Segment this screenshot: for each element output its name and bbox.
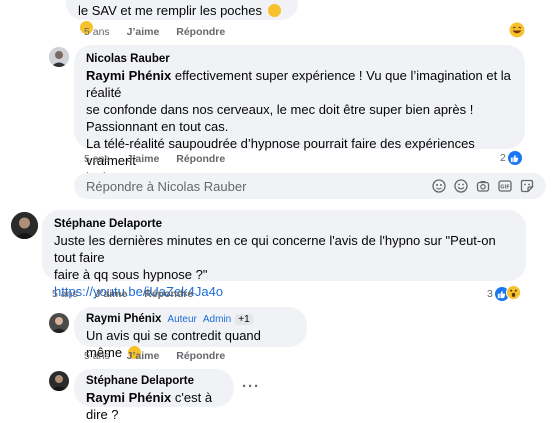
admin-badge: Admin	[202, 314, 232, 325]
comment-author[interactable]: Stéphane Delaporte	[86, 374, 222, 389]
laughing-reaction-icon[interactable]	[509, 22, 525, 38]
reply-input[interactable]: Répondre à Nicolas Rauber GIF	[74, 173, 546, 199]
comment-text: le SAV et me remplir les poches	[78, 3, 262, 18]
comment-line: faire à qq sous hypnose ?"	[54, 267, 208, 282]
reply-button[interactable]: Répondre	[144, 288, 193, 300]
comment-age[interactable]: 5 ans	[84, 153, 110, 165]
smiley-icon[interactable]	[453, 179, 468, 194]
reaction-count[interactable]: 3	[487, 285, 521, 303]
author-badge: Auteur	[167, 314, 197, 325]
comment-author[interactable]: Nicolas Rauber	[86, 52, 513, 67]
squinting-tongue-emoji-icon	[267, 4, 281, 17]
like-button[interactable]: J’aime	[127, 153, 160, 165]
reaction-count[interactable]: 2	[500, 151, 522, 165]
avatar-sticker-icon[interactable]	[431, 179, 446, 194]
sticker-icon[interactable]	[519, 179, 534, 194]
comment-author[interactable]: Raymi Phénix	[86, 313, 161, 325]
comment-age[interactable]: 5 ans	[84, 26, 110, 38]
comment-line: se confonde dans nos cerveaux, le mec do…	[86, 102, 474, 117]
like-button[interactable]: J’aime	[127, 26, 160, 38]
mention-link[interactable]: Raymi Phénix	[86, 68, 171, 83]
comment-actions: 5 ans J’aime Répondre	[52, 288, 207, 300]
comment-line: Raymi Phénix effectivement super expérie…	[86, 68, 511, 100]
comment-bubble: Stéphane Delaporte Raymi Phénix c'est à …	[74, 369, 234, 422]
comment-bubble: le SAV et me remplir les poches	[66, 0, 298, 34]
comment-bubble: Stéphane Delaporte Juste les dernières m…	[42, 210, 526, 299]
reaction-number: 3	[487, 288, 493, 300]
reply-placeholder: Répondre à Nicolas Rauber	[86, 178, 247, 194]
comment-author[interactable]: Stéphane Delaporte	[54, 217, 514, 232]
avatar[interactable]	[49, 371, 69, 391]
avatar[interactable]	[49, 313, 69, 333]
reply-button[interactable]: Répondre	[176, 153, 225, 165]
avatar[interactable]	[49, 47, 69, 67]
gif-icon[interactable]: GIF	[497, 179, 512, 194]
camera-icon[interactable]	[475, 179, 490, 194]
svg-text:GIF: GIF	[500, 185, 509, 191]
comment-line: Passionnant en tout cas.	[86, 119, 229, 134]
avatar[interactable]	[11, 212, 38, 239]
more-options-button[interactable]: ···	[242, 378, 260, 395]
like-reaction-icon	[507, 151, 522, 165]
comment-age[interactable]: 5 ans	[84, 350, 110, 362]
more-badges[interactable]: +1	[235, 314, 253, 325]
like-button[interactable]: J’aime	[127, 350, 160, 362]
reply-button[interactable]: Répondre	[176, 26, 225, 38]
like-button[interactable]: J’aime	[95, 288, 128, 300]
comment-actions: 5 ans J’aime Répondre	[84, 26, 239, 38]
reply-button[interactable]: Répondre	[176, 350, 225, 362]
wow-reaction-icon	[505, 285, 521, 303]
comment-age[interactable]: 5 ans	[52, 288, 78, 300]
comment-actions: 5 ans J’aime Répondre	[84, 153, 239, 165]
comment-line: Juste les dernières minutes en ce qui co…	[54, 233, 496, 265]
comment-actions: 5 ans J’aime Répondre	[84, 350, 239, 362]
reaction-number: 2	[500, 152, 506, 164]
comment-bubble: Raymi Phénix Auteur Admin +1 Un avis qui se…	[74, 307, 307, 360]
comment-bubble: Nicolas Rauber Raymi Phénix effectivemen…	[74, 45, 525, 185]
